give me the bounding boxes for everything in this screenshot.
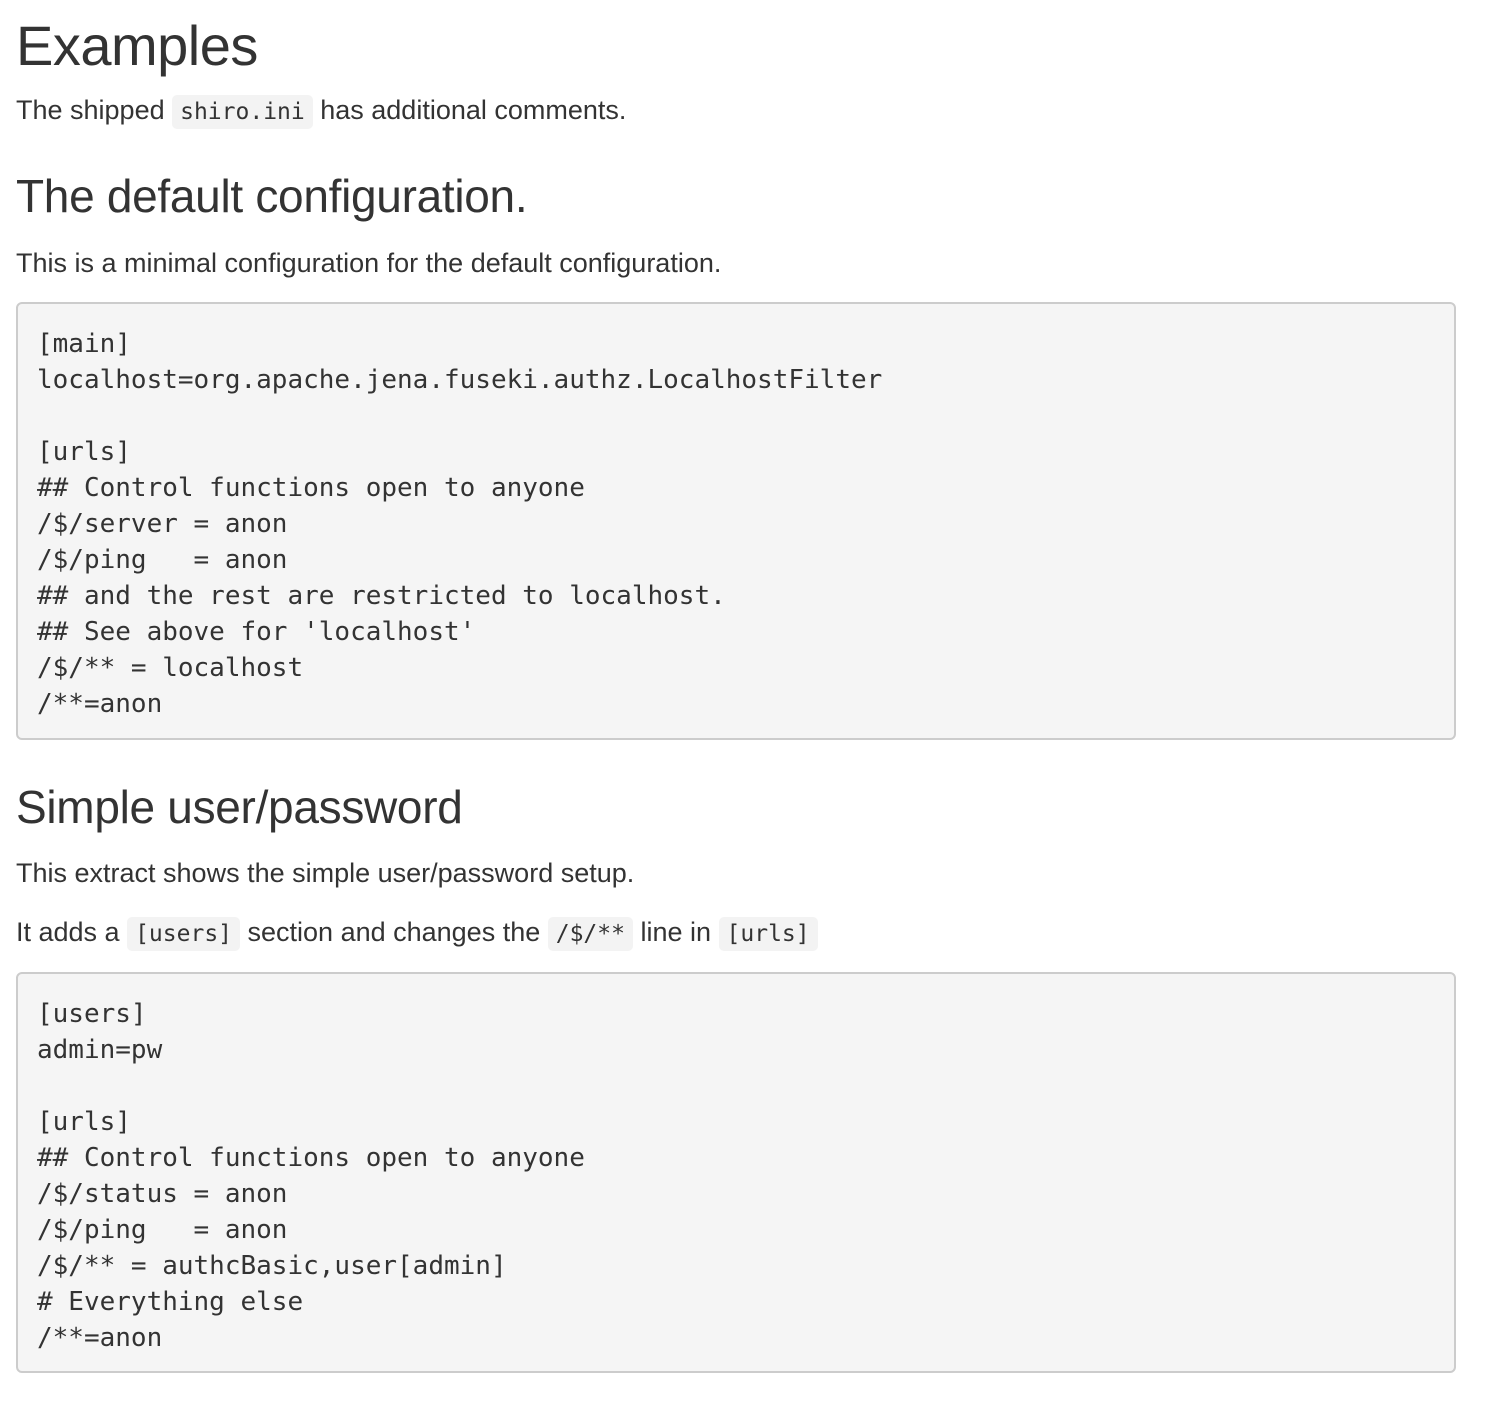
inline-code-admin-path: /$/** bbox=[547, 917, 633, 951]
code-line: /**=anon bbox=[37, 1323, 163, 1353]
code-line: # Everything else bbox=[37, 1287, 304, 1317]
code-line: [urls] bbox=[37, 1107, 131, 1137]
code-line: /$/ping = anon bbox=[37, 1215, 288, 1245]
code-line: admin=pw bbox=[37, 1035, 163, 1065]
inline-code-urls: [urls] bbox=[718, 917, 818, 951]
code-line: ## and the rest are restricted to localh… bbox=[37, 581, 726, 611]
simple-user-password-changes-paragraph: It adds a [users] section and changes th… bbox=[16, 912, 818, 954]
code-line: localhost=org.apache.jena.fuseki.authz.L… bbox=[37, 365, 883, 395]
simple-user-password-heading: Simple user/password bbox=[16, 781, 463, 833]
code-line: /**=anon bbox=[37, 689, 163, 719]
code-line: /$/server = anon bbox=[37, 509, 288, 539]
default-configuration-description: This is a minimal configuration for the … bbox=[16, 248, 722, 278]
code-line: ## See above for 'localhost' bbox=[37, 617, 476, 647]
adds-text-mid1: section and changes the bbox=[240, 917, 548, 947]
code-line: [main] bbox=[37, 329, 131, 359]
code-line: ## Control functions open to anyone bbox=[37, 473, 585, 503]
code-line: /$/** = localhost bbox=[37, 653, 304, 683]
code-line: /$/** = authcBasic,user[admin] bbox=[37, 1251, 507, 1281]
examples-heading: Examples bbox=[16, 14, 258, 77]
default-configuration-heading: The default configuration. bbox=[16, 170, 528, 222]
code-line: ## Control functions open to anyone bbox=[37, 1143, 585, 1173]
code-line: [urls] bbox=[37, 437, 131, 467]
code-line: [users] bbox=[37, 999, 147, 1029]
intro-text-suffix: has additional comments. bbox=[312, 95, 627, 125]
adds-text-prefix: It adds a bbox=[16, 917, 128, 947]
adds-text-mid2: line in bbox=[632, 917, 719, 947]
code-line: /$/ping = anon bbox=[37, 545, 288, 575]
intro-text-prefix: The shipped bbox=[16, 95, 173, 125]
simple-user-password-code-block: [users] admin=pw [urls] ## Control function… bbox=[16, 972, 1456, 1373]
simple-user-password-description: This extract shows the simple user/passw… bbox=[16, 858, 635, 888]
default-configuration-code-block: [main] localhost=org.apache.jena.fuseki.a… bbox=[16, 302, 1456, 740]
inline-code-users: [users] bbox=[127, 917, 241, 951]
inline-code-shiro-ini: shiro.ini bbox=[172, 95, 313, 129]
examples-intro-paragraph: The shipped shiro.ini has additional com… bbox=[16, 90, 626, 132]
code-line: /$/status = anon bbox=[37, 1179, 288, 1209]
